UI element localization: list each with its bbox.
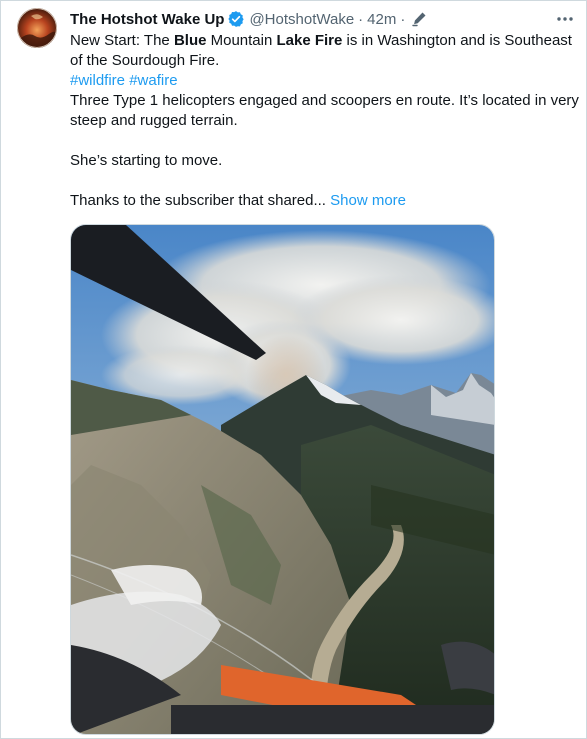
tweet-paragraph-2: Three Type 1 helicopters engaged and sco… bbox=[70, 92, 579, 129]
tweet-paragraph-1: New Start: The Blue Mountain Lake Fire i… bbox=[70, 31, 585, 71]
show-more-link[interactable]: Show more bbox=[330, 192, 406, 209]
tweet-header: The Hotshot Wake Up @HotshotWake · 42m · bbox=[70, 9, 427, 29]
hashtag-line: #wildfire #wafire bbox=[70, 71, 585, 91]
author-name[interactable]: The Hotshot Wake Up bbox=[70, 11, 224, 28]
separator-dot: · bbox=[400, 10, 406, 28]
tweet-photo[interactable] bbox=[70, 224, 495, 735]
avatar-image bbox=[17, 8, 57, 48]
more-dots-icon[interactable] bbox=[553, 7, 577, 31]
tweet-paragraph-3: She’s starting to move. bbox=[70, 152, 223, 169]
text-segment: Thanks to the subscriber that shared... bbox=[70, 192, 326, 209]
profile-avatar[interactable] bbox=[17, 8, 57, 48]
hashtag-wildfire[interactable]: #wildfire bbox=[70, 72, 125, 89]
text-segment: Mountain bbox=[206, 32, 277, 49]
tweet-card[interactable]: The Hotshot Wake Up @HotshotWake · 42m ·… bbox=[0, 0, 587, 739]
text-segment: New Start: The bbox=[70, 32, 174, 49]
edited-pen-icon[interactable] bbox=[411, 11, 427, 27]
tweet-paragraph-4: Thanks to the subscriber that shared... … bbox=[70, 191, 585, 211]
wildfire-photo bbox=[71, 225, 494, 734]
verified-badge-icon bbox=[227, 10, 245, 28]
hashtag-wafire[interactable]: #wafire bbox=[129, 72, 177, 89]
timestamp[interactable]: 42m bbox=[367, 11, 396, 28]
highlighted-term: Lake Fire bbox=[276, 32, 343, 49]
separator-dot: · bbox=[358, 10, 364, 28]
author-handle[interactable]: @HotshotWake bbox=[249, 11, 354, 28]
highlighted-term: Blue bbox=[173, 32, 207, 49]
tweet-text: New Start: The Blue Mountain Lake Fire i… bbox=[70, 31, 585, 211]
